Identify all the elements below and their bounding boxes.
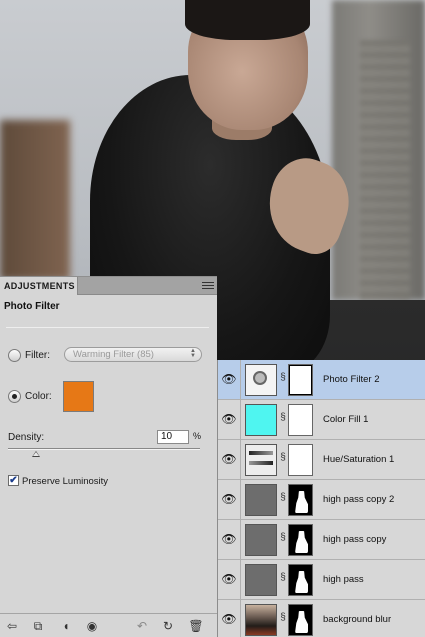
layer-thumbnail [245,364,277,396]
divider [6,327,209,328]
layer-row[interactable]: 👁 § Color Fill 1 [218,400,425,440]
layer-row[interactable]: 👁 § high pass copy 2 [218,480,425,520]
layer-thumbnail [245,604,277,636]
layer-row[interactable]: 👁 § Photo Filter 2 [218,360,425,400]
filter-radio[interactable] [8,349,21,362]
density-slider-thumb[interactable] [32,451,41,457]
eye-icon[interactable]: 👁 [218,440,241,479]
link-icon[interactable]: § [279,612,287,623]
color-label: Color: [25,391,52,402]
density-label: Density: [8,432,45,443]
layer-mask[interactable] [288,404,313,436]
density-input[interactable]: 10 [157,430,189,444]
reset-icon[interactable]: ↻ [160,618,176,634]
layer-name: Photo Filter 2 [323,374,380,385]
color-radio[interactable] [8,390,21,403]
eye-icon[interactable]: 👁 [218,360,241,399]
density-slider-track[interactable] [8,448,200,450]
subject-hair [185,0,310,40]
filter-label: Filter: [25,350,50,361]
layer-row[interactable]: 👁 § high pass copy [218,520,425,560]
adjustment-title: Photo Filter [4,301,60,312]
layer-mask[interactable] [288,604,313,636]
link-icon[interactable]: § [279,412,287,423]
layer-mask[interactable] [288,564,313,596]
layers-panel: 👁 § Photo Filter 2 👁 § Color Fill 1 👁 § Hue/Satu… [217,360,425,637]
previous-state-icon[interactable]: ↶ [134,618,150,634]
layer-name: Hue/Saturation 1 [323,454,395,465]
adjustments-panel: ADJUSTMENTS Photo Filter Filter: Warming… [0,276,217,637]
filter-select-value: Warming Filter (85) [73,349,154,360]
layer-row[interactable]: 👁 § Hue/Saturation 1 [218,440,425,480]
density-unit: % [193,431,202,441]
link-icon[interactable]: § [279,372,287,383]
filter-select[interactable]: Warming Filter (85) ▲ ▼ [64,347,202,362]
visibility-icon[interactable]: ◉ [84,618,100,634]
eye-icon[interactable]: 👁 [218,560,241,599]
select-arrows-icon: ▲ ▼ [190,348,196,359]
link-icon[interactable]: § [279,452,287,463]
layer-name: high pass copy 2 [323,494,395,505]
layer-name: Color Fill 1 [323,414,369,425]
layer-name: high pass [323,574,364,585]
background-building-windows [360,40,410,300]
link-icon[interactable]: § [279,492,287,503]
layer-mask[interactable] [288,524,313,556]
back-arrow-icon[interactable]: ⇦ [4,618,20,634]
panel-switch-icon[interactable]: ⧉ [30,618,46,634]
tab-adjustments[interactable]: ADJUSTMENTS [0,277,78,295]
preserve-luminosity-checkbox[interactable]: ✔ [8,475,19,486]
adjustments-footer: ⇦ ⧉ ◖ ◉ ↶ ↻ 🗑 [0,613,217,637]
layer-mask[interactable] [288,364,313,396]
layer-name: background blur [323,614,392,625]
trash-icon[interactable]: 🗑 [188,618,204,634]
layer-mask[interactable] [288,444,313,476]
eye-icon[interactable]: 👁 [218,520,241,559]
layer-thumbnail [245,524,277,556]
adjustments-tabbar: ADJUSTMENTS [0,277,217,295]
layer-thumbnail [245,444,277,476]
color-swatch[interactable] [63,381,94,412]
panel-menu-icon[interactable] [202,280,214,291]
link-icon[interactable]: § [279,532,287,543]
layer-mask[interactable] [288,484,313,516]
link-icon[interactable]: § [279,572,287,583]
background-building-left [0,120,70,280]
layer-thumbnail [245,564,277,596]
layer-name: high pass copy [323,534,387,545]
layer-row[interactable]: 👁 § high pass [218,560,425,600]
eye-icon[interactable]: 👁 [218,600,241,637]
eye-icon[interactable]: 👁 [218,400,241,439]
layer-thumbnail [245,404,277,436]
eye-icon[interactable]: 👁 [218,480,241,519]
clip-layer-icon[interactable]: ◖ [58,618,74,634]
layer-row[interactable]: 👁 § background blur [218,600,425,637]
preserve-luminosity-label: Preserve Luminosity [22,476,109,487]
layer-thumbnail [245,484,277,516]
